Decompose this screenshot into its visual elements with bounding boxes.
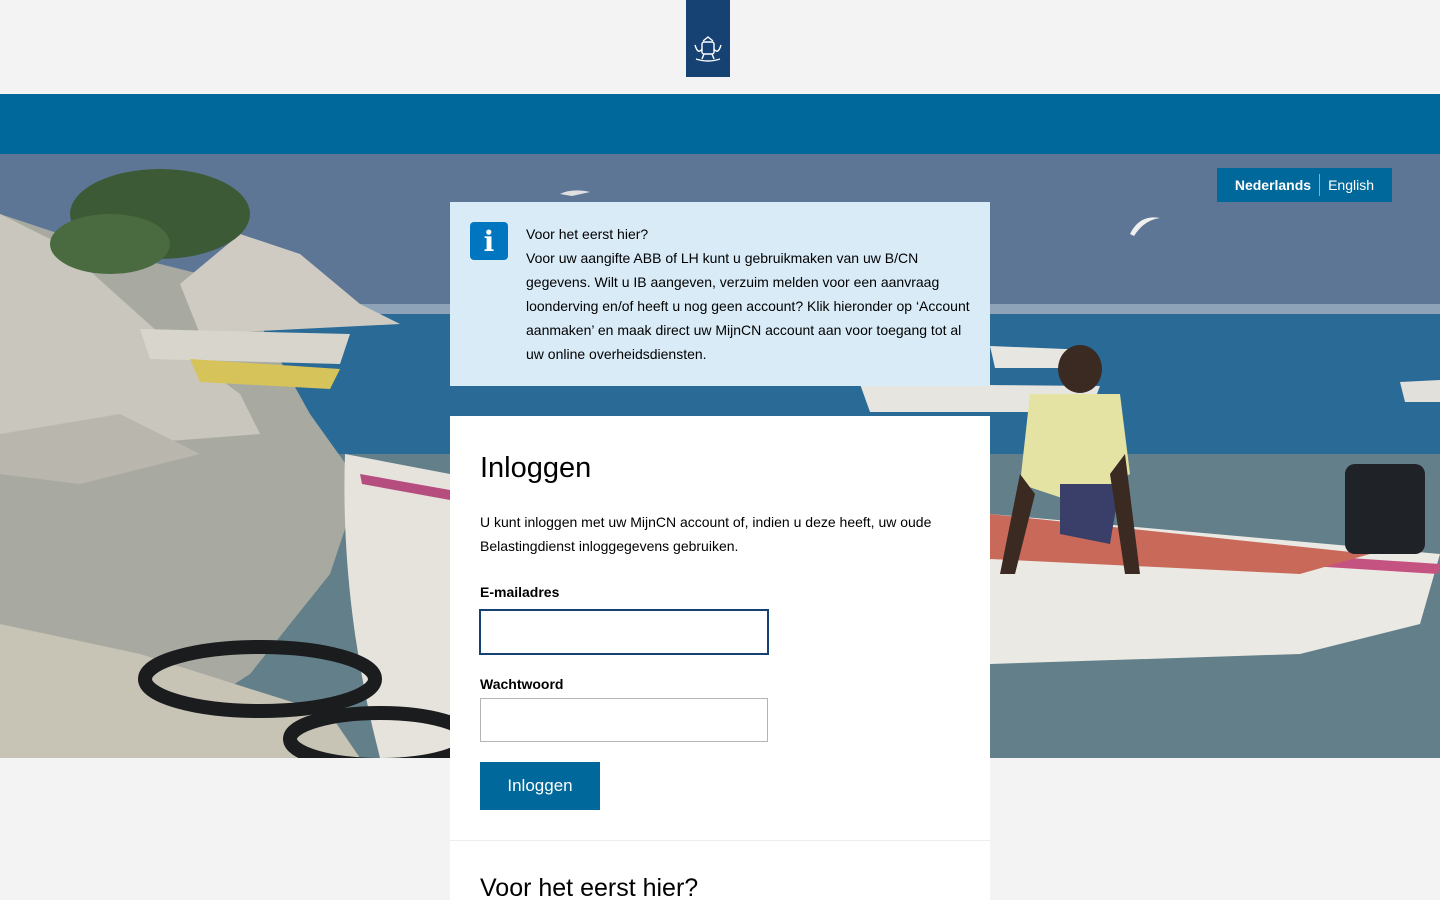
- info-title: Voor het eerst hier?: [526, 226, 649, 242]
- info-panel: i Voor het eerst hier? Voor uw aangifte …: [450, 202, 990, 386]
- login-card: Inloggen U kunt inloggen met uw MijnCN a…: [450, 416, 990, 900]
- navigation-bar: [0, 94, 1440, 154]
- first-time-title: Voor het eerst hier?: [480, 874, 699, 900]
- password-label: Wachtwoord: [480, 676, 564, 692]
- email-label: E-mailadres: [480, 584, 560, 600]
- language-nl-link[interactable]: Nederlands: [1227, 176, 1319, 194]
- email-field[interactable]: [479, 609, 769, 655]
- language-switcher: Nederlands English: [1216, 168, 1392, 202]
- login-button[interactable]: Inloggen: [480, 762, 600, 810]
- info-icon: i: [470, 222, 508, 260]
- login-intro: U kunt inloggen met uw MijnCN account of…: [480, 514, 932, 554]
- language-en-link[interactable]: English: [1320, 176, 1382, 194]
- info-body: Voor uw aangifte ABB of LH kunt u gebrui…: [526, 250, 970, 362]
- divider: [450, 840, 990, 841]
- login-title: Inloggen: [480, 452, 592, 484]
- coat-of-arms-icon[interactable]: [686, 0, 730, 77]
- top-header: [0, 0, 1440, 94]
- password-field[interactable]: [480, 698, 768, 742]
